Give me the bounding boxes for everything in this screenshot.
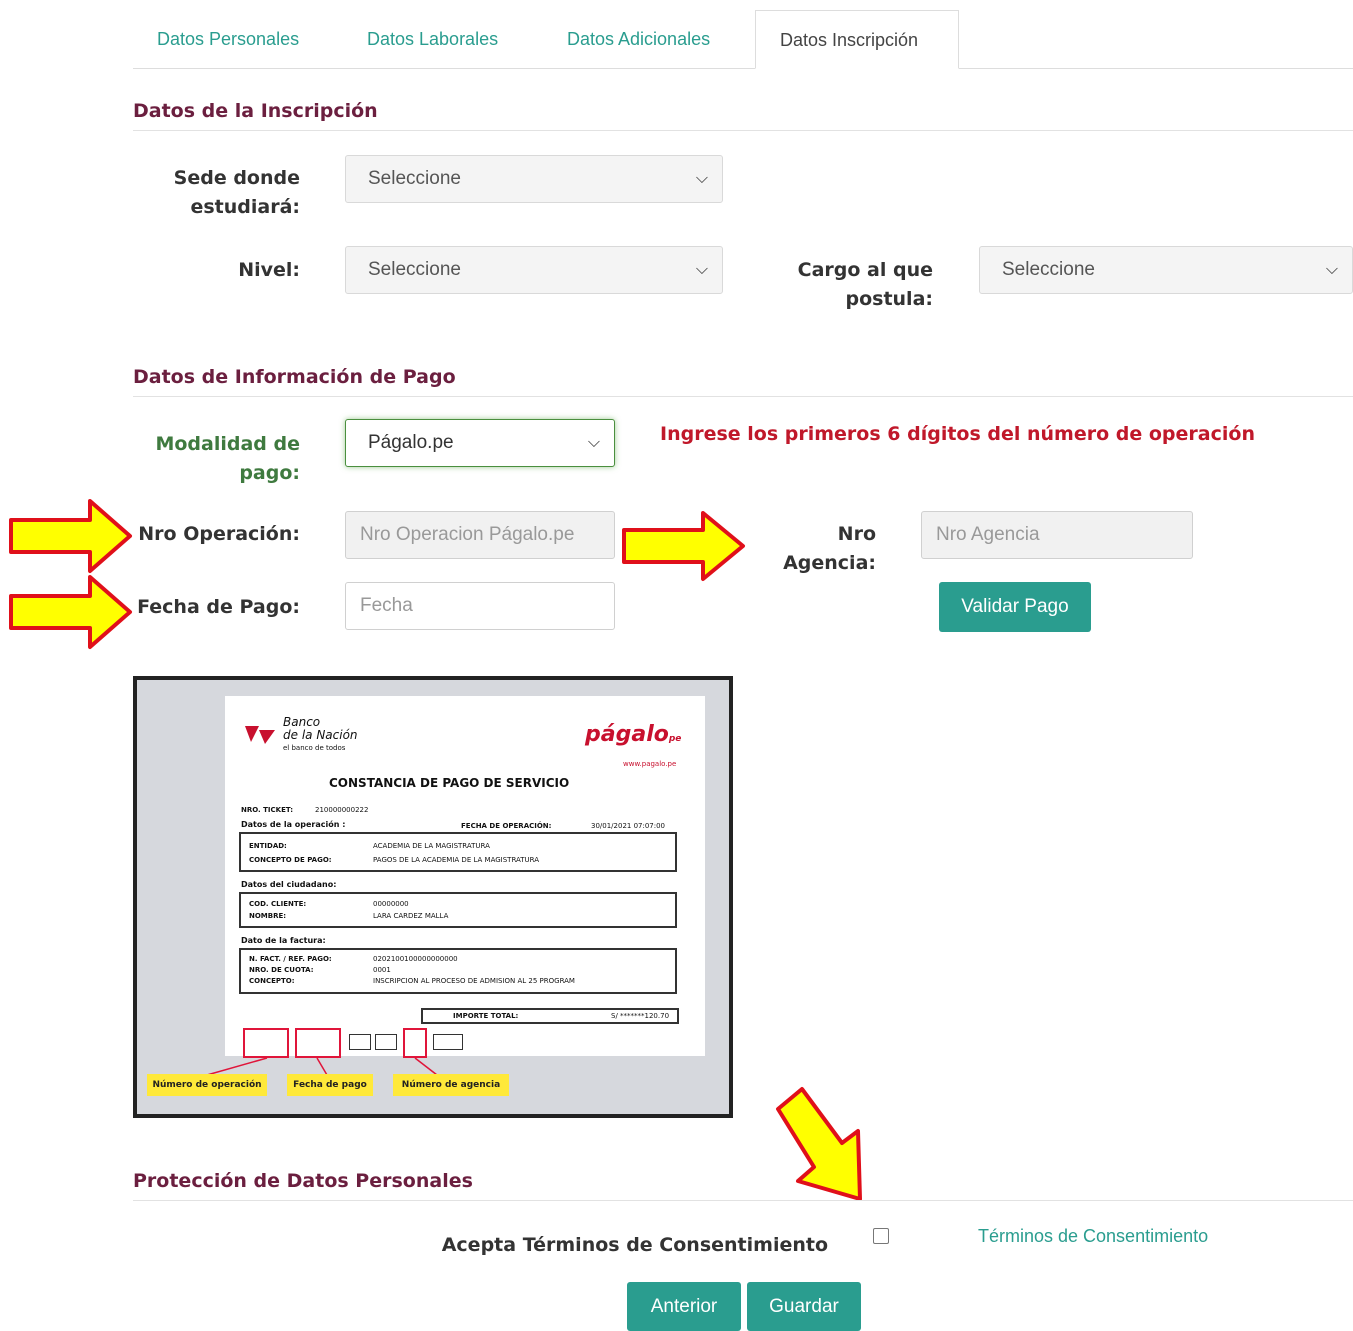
nro-agencia-input[interactable]: Nro Agencia bbox=[921, 511, 1193, 559]
arrow-right-icon bbox=[622, 511, 745, 581]
hl-numero-agencia: Número de agencia bbox=[393, 1074, 509, 1096]
chevron-down-icon: ⌵ bbox=[695, 170, 708, 187]
arrow-right-icon bbox=[9, 499, 132, 573]
section-title-pago: Datos de Información de Pago bbox=[133, 366, 1353, 397]
validar-pago-button[interactable]: Validar Pago bbox=[939, 582, 1091, 632]
receipt-pointer-lines bbox=[206, 1057, 438, 1076]
acepta-terminos-checkbox[interactable] bbox=[873, 1228, 889, 1244]
hl-numero-operacion: Número de operación bbox=[147, 1074, 267, 1096]
modalidad-select[interactable]: Págalo.pe ⌵ bbox=[345, 419, 615, 467]
arrow-right-icon bbox=[9, 575, 132, 649]
tab-datos-personales[interactable]: Datos Personales bbox=[133, 10, 323, 68]
chevron-down-icon: ⌵ bbox=[695, 261, 708, 278]
nro-agencia-label: Nro Agencia: bbox=[783, 523, 876, 574]
nivel-select-value: Seleccione bbox=[368, 259, 461, 280]
receipt-example-image: Banco de la Nación el banco de todos pág… bbox=[133, 676, 733, 1118]
acepta-terminos-label: Acepta Términos de Consentimiento bbox=[441, 1234, 828, 1256]
cargo-select[interactable]: Seleccione ⌵ bbox=[979, 246, 1353, 294]
nro-operacion-input[interactable]: Nro Operacion Págalo.pe bbox=[345, 511, 615, 559]
operation-digits-warning: Ingrese los primeros 6 dígitos del númer… bbox=[660, 423, 1255, 445]
nro-operacion-label: Nro Operación: bbox=[138, 523, 300, 545]
modalidad-label: Modalidad de pago: bbox=[155, 433, 300, 484]
tab-datos-inscripcion[interactable]: Datos Inscripción bbox=[755, 10, 959, 69]
sede-label: Sede donde estudiará: bbox=[173, 167, 300, 218]
nivel-select[interactable]: Seleccione ⌵ bbox=[345, 246, 723, 294]
nivel-label: Nivel: bbox=[238, 259, 300, 281]
terminos-consentimiento-link[interactable]: Términos de Consentimiento bbox=[978, 1226, 1208, 1247]
hl-fecha-pago: Fecha de pago bbox=[287, 1074, 373, 1096]
fecha-pago-input[interactable]: Fecha bbox=[345, 582, 615, 630]
section-title-proteccion: Protección de Datos Personales bbox=[133, 1170, 1353, 1201]
sede-select[interactable]: Seleccione ⌵ bbox=[345, 155, 723, 203]
chevron-down-icon: ⌵ bbox=[1325, 261, 1338, 278]
tab-datos-laborales[interactable]: Datos Laborales bbox=[343, 10, 522, 68]
section-title-inscripcion: Datos de la Inscripción bbox=[133, 100, 1353, 131]
chevron-down-icon: ⌵ bbox=[587, 434, 600, 451]
anterior-button[interactable]: Anterior bbox=[627, 1282, 741, 1331]
guardar-button[interactable]: Guardar bbox=[747, 1282, 861, 1331]
cargo-label: Cargo al que postula: bbox=[797, 259, 933, 310]
modalidad-select-value: Págalo.pe bbox=[368, 432, 454, 453]
sede-select-value: Seleccione bbox=[368, 168, 461, 189]
cargo-select-value: Seleccione bbox=[1002, 259, 1095, 280]
tab-datos-adicionales[interactable]: Datos Adicionales bbox=[543, 10, 734, 68]
fecha-pago-label: Fecha de Pago: bbox=[137, 596, 300, 618]
tab-bar: Datos Personales Datos Laborales Datos A… bbox=[133, 10, 1353, 69]
